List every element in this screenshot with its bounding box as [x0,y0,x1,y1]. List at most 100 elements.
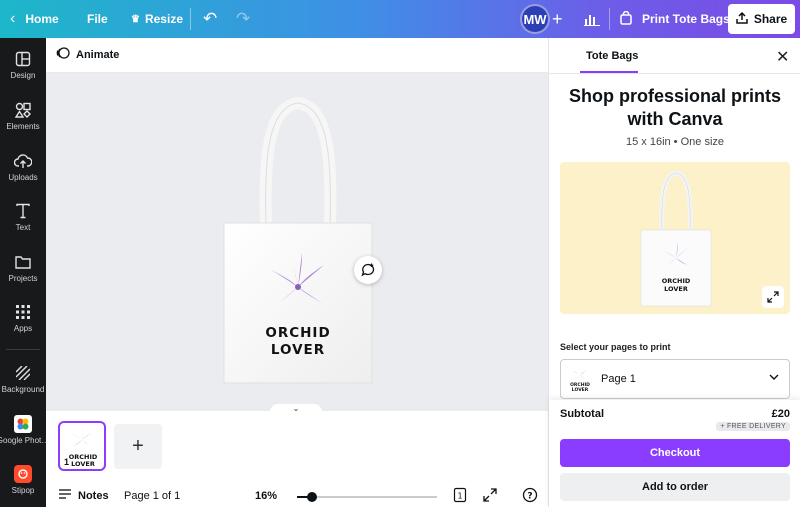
rail-label: Text [15,223,31,232]
rail-label: Apps [13,324,33,333]
rail-label: Google Phot… [0,436,50,445]
chevron-down-icon [769,372,779,383]
file-menu[interactable]: File [87,0,108,38]
redo-icon[interactable]: ↷ [236,0,250,38]
top-bar: ‹ Home File ♛ Resize ↶ ↷ MW + Print Tote… [0,0,800,38]
animate-label: Animate [76,48,120,61]
notes-label: Notes [78,489,109,502]
apps-grid-icon [14,303,32,321]
share-button[interactable]: Share [728,4,795,34]
notes-icon [58,488,72,503]
rail-item-background[interactable]: Background [0,358,46,406]
text-icon [14,202,32,220]
design-text-orchid: ORCHID [265,325,330,341]
add-comment-icon[interactable] [354,256,382,284]
page-number: 1 [64,457,70,467]
rail-item-google-photos[interactable]: Google Phot… [0,409,50,457]
rail-label: Background [1,385,45,394]
preview-text-orchid: ORCHID [662,277,691,285]
rail-item-elements[interactable]: Elements [0,95,46,143]
home-label: Home [25,12,59,26]
rail-label: Projects [8,274,38,283]
rail-item-apps[interactable]: Apps [0,297,46,345]
editor-toolbar: Animate [46,38,548,73]
chevron-left-icon: ‹ [10,10,16,27]
rail-item-text[interactable]: Text [0,196,46,244]
preview-tote-bag: ORCHID LOVER [640,170,712,307]
pages-strip: ORCHID LOVER 1 + [46,411,548,484]
divider [609,8,610,30]
rail-divider [6,349,40,350]
rail-item-stipop[interactable]: Stipop [0,459,46,507]
shapes-icon [14,101,32,119]
google-photos-icon [14,415,32,433]
rail-label: Stipop [11,486,35,495]
side-rail: Design Elements Uploads Text Projects Ap… [0,38,50,507]
add-to-order-button[interactable]: Add to order [560,473,790,501]
resize-button[interactable]: ♛ Resize [131,0,183,38]
checkout-button[interactable]: Checkout [560,439,790,467]
zoom-level[interactable]: 16% [255,490,277,502]
pages-grid-icon[interactable]: 1 [452,487,468,503]
design-text-lover: LOVER [271,342,325,358]
layout-icon [14,50,32,68]
selected-page-label: Page 1 [601,373,636,385]
design-canvas: ORCHID LOVER ⌄ [46,73,548,414]
rail-label: Elements [6,122,40,131]
share-upload-icon [736,11,748,27]
print-panel: Tote Bags ✕ Shop professional prints wit… [548,38,800,507]
home-button[interactable]: ‹ Home [10,0,59,38]
select-text-lover: LOVER [572,387,589,393]
product-size: 15 x 16in • One size [625,136,725,148]
add-page-button[interactable]: + [114,424,162,469]
rail-label: Design [10,71,36,80]
svg-text:?: ? [527,492,532,502]
folder-icon [14,253,32,271]
page-thumbnail[interactable]: ORCHID LOVER 1 [58,421,106,471]
subtotal-value: £20 [771,408,790,420]
order-summary: Subtotal £20 + FREE DELIVERY Checkout Ad… [549,400,800,507]
avatar[interactable]: MW [520,4,550,34]
rail-item-design[interactable]: Design [0,44,46,92]
subtotal-label: Subtotal [560,408,604,420]
undo-icon[interactable]: ↶ [203,0,217,38]
panel-divider [549,73,800,74]
print-tote-bags-button[interactable]: Print Tote Bags [614,5,736,33]
resize-label: Resize [144,12,183,26]
page-select-dropdown[interactable]: ORCHID LOVER Page 1 [560,359,790,399]
rail-item-projects[interactable]: Projects [0,247,46,295]
page-select-preview: ORCHID LOVER [570,370,590,393]
animate-button[interactable]: Animate [56,46,119,63]
crown-icon: ♛ [131,13,140,25]
tab-tote-bags[interactable]: Tote Bags [586,50,638,62]
close-icon[interactable]: ✕ [776,47,789,67]
pages-grid-count: 1 [457,492,462,501]
page-count[interactable]: Page 1 of 1 [124,490,180,502]
panel-title: Shop professional prints with Canva [568,86,782,129]
product-preview: ORCHID LOVER [560,162,790,314]
zoom-slider[interactable] [297,492,437,502]
tote-bag-design[interactable]: ORCHID LOVER [218,96,378,387]
share-label: Share [753,12,788,26]
stipop-icon [14,465,32,483]
print-label: Print Tote Bags [642,12,730,26]
zoom-slider-handle[interactable] [307,492,318,502]
cloud-upload-icon [14,152,32,170]
thumb-text-lover: LOVER [71,460,95,468]
page-select-thumbnail: ORCHID LOVER [567,364,593,394]
tote-bag-graphic: ORCHID LOVER [223,96,373,384]
expand-preview-icon[interactable] [762,286,784,308]
help-icon[interactable]: ? [522,487,538,503]
add-collaborator-icon[interactable]: + [552,9,563,30]
select-pages-label: Select your pages to print [560,342,671,352]
stripes-icon [14,364,32,382]
free-delivery-badge: + FREE DELIVERY [716,422,790,431]
plus-icon: + [132,435,144,457]
rail-label: Uploads [8,173,38,182]
rail-item-uploads[interactable]: Uploads [0,146,46,194]
animate-icon [56,46,70,63]
fullscreen-icon[interactable] [482,487,498,503]
insights-chart-icon[interactable] [578,5,606,33]
notes-button[interactable]: Notes [58,488,109,503]
divider [190,8,191,30]
